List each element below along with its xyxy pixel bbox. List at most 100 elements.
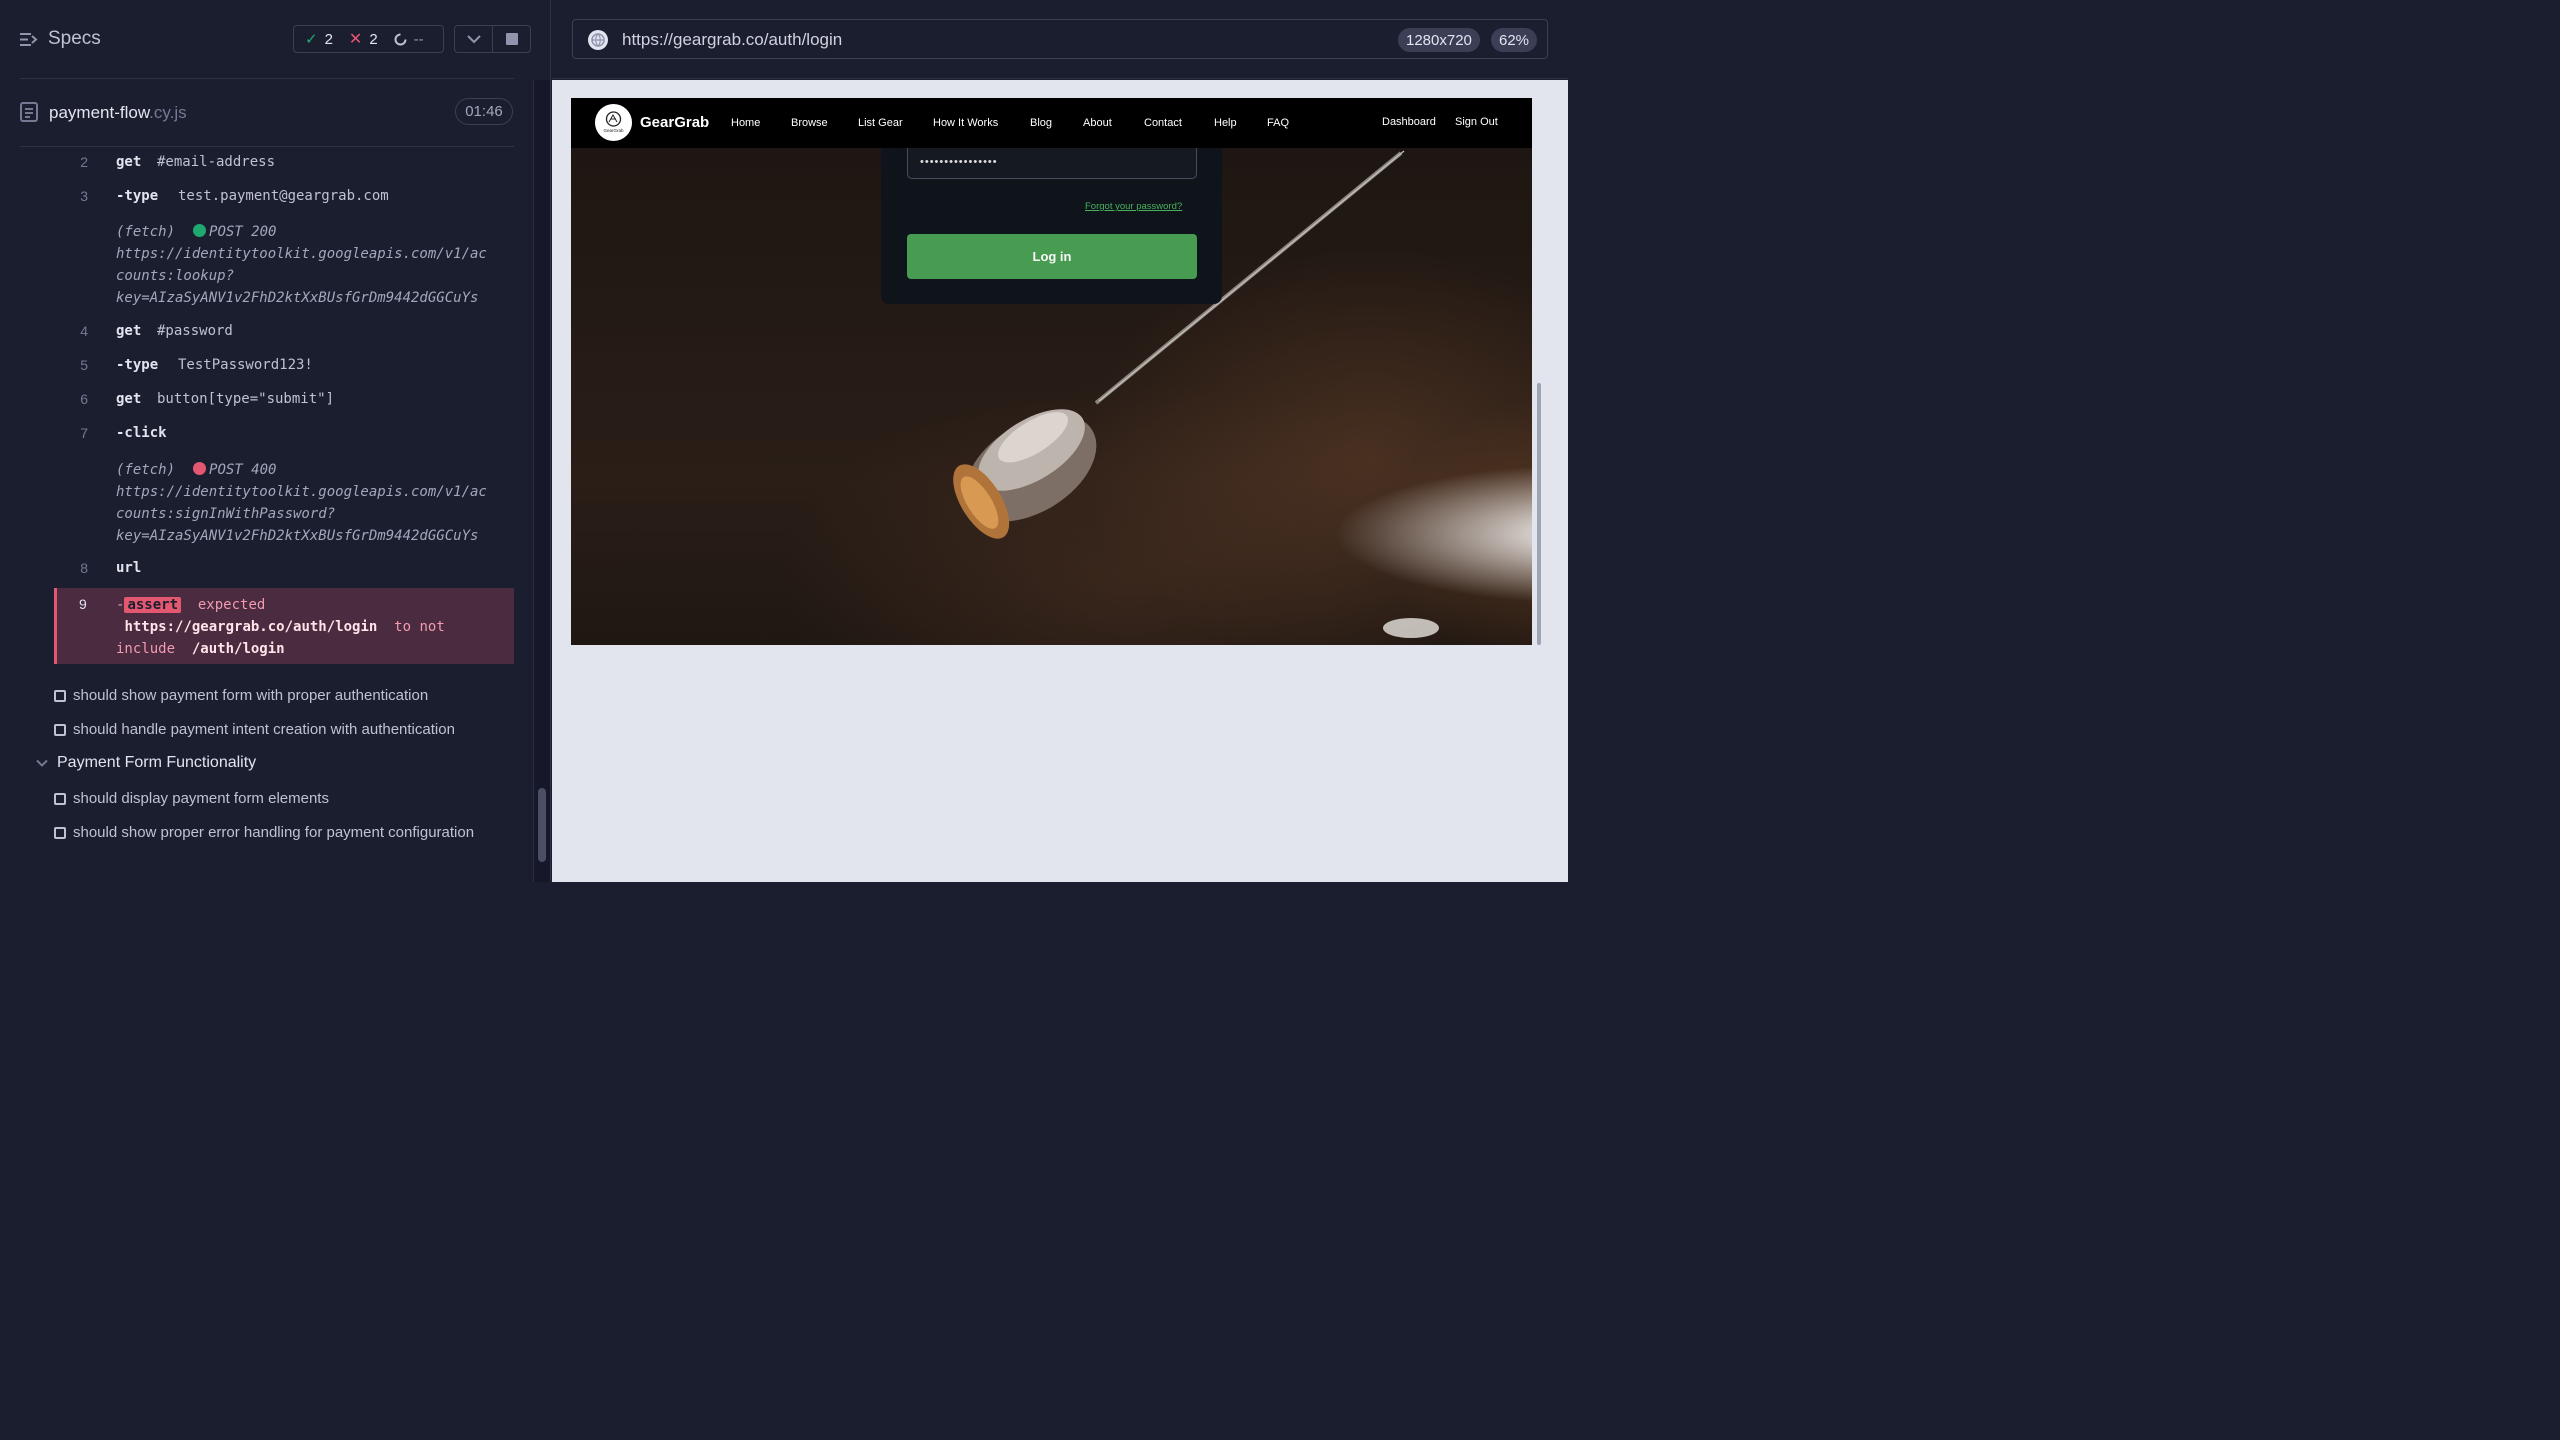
fetch-url-line: key=AIzaSyANV1v2FhD2ktXxBUsfGrDm9442dGGC… bbox=[116, 528, 479, 544]
brand-name[interactable]: GearGrab bbox=[640, 114, 709, 131]
command-arg: TestPassword123! bbox=[178, 357, 313, 373]
command-number: 2 bbox=[80, 154, 88, 170]
command-arg: button[type="submit"] bbox=[157, 391, 335, 407]
fetch-header: (fetch) POST 200 bbox=[116, 221, 487, 243]
file-icon bbox=[20, 102, 38, 122]
test-item[interactable]: should show payment form with proper aut… bbox=[54, 685, 504, 707]
geargrab-logo[interactable]: GearGrab bbox=[595, 104, 632, 141]
spec-file-name: payment-flow.cy.js bbox=[49, 103, 187, 123]
reporter-scrollbar-thumb[interactable] bbox=[538, 788, 546, 862]
assert-mid: to not bbox=[394, 619, 445, 635]
divider bbox=[20, 78, 514, 79]
suite-header[interactable]: Payment Form Functionality bbox=[36, 754, 256, 772]
command-name: -type bbox=[116, 188, 159, 204]
app-iframe: •••••••••••••••• Forgot your password? L… bbox=[571, 98, 1532, 645]
reporter-scrollbar[interactable] bbox=[533, 80, 550, 882]
pending-checkbox-icon bbox=[54, 793, 66, 805]
pending-count: -- bbox=[413, 30, 424, 48]
specs-list-icon bbox=[20, 32, 38, 46]
stop-icon bbox=[505, 33, 518, 45]
password-input[interactable]: •••••••••••••••• bbox=[907, 144, 1197, 179]
command-number: 3 bbox=[80, 188, 88, 204]
fetch-details: (fetch) POST 200 https://identitytoolkit.… bbox=[116, 221, 487, 309]
command-name: get bbox=[116, 323, 142, 339]
aut-header: https://geargrab.co/auth/login 1280x720 … bbox=[552, 0, 1568, 79]
nav-blog[interactable]: Blog bbox=[1030, 117, 1052, 129]
nav-list-gear[interactable]: List Gear bbox=[858, 117, 903, 129]
reporter-header: Specs ✓ 2 ✕ 2 -- bbox=[0, 0, 550, 80]
assert-target: /auth/login bbox=[191, 641, 285, 657]
spec-file-header: payment-flow.cy.js bbox=[20, 94, 514, 130]
failed-assertion[interactable]: 9 - assert expected https://geargrab.co/a… bbox=[54, 588, 514, 664]
assert-include: include bbox=[116, 641, 176, 657]
nav-contact[interactable]: Contact bbox=[1144, 117, 1182, 129]
assert-value: https://geargrab.co/auth/login bbox=[124, 619, 378, 635]
failed-count-group: ✕ 2 bbox=[349, 29, 378, 49]
aut-viewport: •••••••••••••••• Forgot your password? L… bbox=[552, 80, 1568, 882]
passed-count-group: ✓ 2 bbox=[305, 30, 333, 49]
command-name: -click bbox=[116, 425, 167, 441]
nav-dashboard[interactable]: Dashboard bbox=[1382, 116, 1436, 128]
login-button[interactable]: Log in bbox=[907, 234, 1197, 279]
divider bbox=[20, 146, 514, 147]
viewport-size-badge[interactable]: 1280x720 bbox=[1398, 28, 1480, 52]
check-icon: ✓ bbox=[305, 31, 318, 48]
fetch-url-line: https://identitytoolkit.googleapis.com/v… bbox=[116, 246, 487, 262]
command-name: get bbox=[116, 154, 142, 170]
command-number: 4 bbox=[80, 323, 88, 339]
forgot-password-link[interactable]: Forgot your password? bbox=[1085, 201, 1182, 212]
assertion-message: - assert expected https://geargrab.co/aut… bbox=[116, 594, 506, 660]
chevron-down-icon bbox=[466, 34, 481, 43]
command-number: 7 bbox=[80, 425, 88, 441]
test-item[interactable]: should display payment form elements bbox=[54, 788, 504, 810]
command-name: get bbox=[116, 391, 142, 407]
aut-url: https://geargrab.co/auth/login bbox=[622, 30, 843, 49]
nav-home[interactable]: Home bbox=[731, 117, 760, 129]
zoom-badge[interactable]: 62% bbox=[1491, 28, 1538, 52]
test-title: should show proper error handling for pa… bbox=[73, 824, 475, 841]
expand-toggle-button[interactable] bbox=[454, 25, 493, 53]
stop-button[interactable] bbox=[492, 25, 531, 53]
nav-how-it-works[interactable]: How It Works bbox=[933, 117, 998, 129]
passed-count: 2 bbox=[324, 30, 333, 48]
command-number: 9 bbox=[79, 596, 87, 612]
test-item[interactable]: should show proper error handling for pa… bbox=[54, 822, 504, 844]
nav-faq[interactable]: FAQ bbox=[1267, 117, 1289, 129]
chevron-down-icon bbox=[36, 759, 48, 767]
specs-label: Specs bbox=[48, 28, 101, 49]
pending-spinner-icon bbox=[394, 33, 407, 45]
pending-checkbox-icon bbox=[54, 690, 66, 702]
url-bar[interactable]: https://geargrab.co/auth/login 1280x720 … bbox=[572, 19, 1548, 59]
fetch-url-line: key=AIzaSyANV1v2FhD2ktXxBUsfGrDm9442dGGC… bbox=[116, 290, 479, 306]
cypress-runner: Specs ✓ 2 ✕ 2 -- payment-flow.cy.js 01:4… bbox=[0, 0, 1568, 882]
fetch-row[interactable]: (fetch) POST 400 https://identitytoolkit.… bbox=[54, 459, 514, 547]
pending-checkbox-icon bbox=[54, 827, 66, 839]
cross-icon: ✕ bbox=[348, 31, 363, 48]
nav-help[interactable]: Help bbox=[1214, 117, 1237, 129]
fetch-url-line: https://identitytoolkit.googleapis.com/v… bbox=[116, 484, 487, 500]
nav-sign-out[interactable]: Sign Out bbox=[1455, 116, 1498, 128]
command-number: 5 bbox=[80, 357, 88, 373]
svg-text:GearGrab: GearGrab bbox=[603, 128, 624, 133]
fetch-url-line: counts:lookup? bbox=[116, 268, 235, 284]
assert-expected: expected bbox=[197, 597, 266, 613]
status-dot-icon bbox=[193, 224, 207, 237]
app-scrollbar-thumb[interactable] bbox=[1537, 383, 1541, 645]
fetch-row[interactable]: (fetch) POST 200 https://identitytoolkit.… bbox=[54, 221, 514, 309]
nav-about[interactable]: About bbox=[1083, 117, 1112, 129]
test-title: should display payment form elements bbox=[73, 790, 329, 807]
fetch-status: POST 400 bbox=[209, 462, 277, 478]
app-scrollbar[interactable] bbox=[1537, 98, 1543, 645]
command-number: 8 bbox=[80, 560, 88, 576]
run-timer: 01:46 bbox=[455, 98, 513, 125]
test-title: should handle payment intent creation wi… bbox=[73, 721, 455, 738]
command-arg: #password bbox=[157, 323, 233, 339]
command-name: -type bbox=[116, 357, 159, 373]
specs-button[interactable]: Specs bbox=[19, 28, 101, 50]
command-arg: test.payment@geargrab.com bbox=[178, 188, 389, 204]
test-item[interactable]: should handle payment intent creation wi… bbox=[54, 719, 504, 741]
spec-file-basename: payment-flow bbox=[49, 103, 150, 122]
nav-browse[interactable]: Browse bbox=[791, 117, 828, 129]
status-dot-icon bbox=[193, 462, 207, 475]
fetch-status: POST 200 bbox=[209, 224, 277, 240]
